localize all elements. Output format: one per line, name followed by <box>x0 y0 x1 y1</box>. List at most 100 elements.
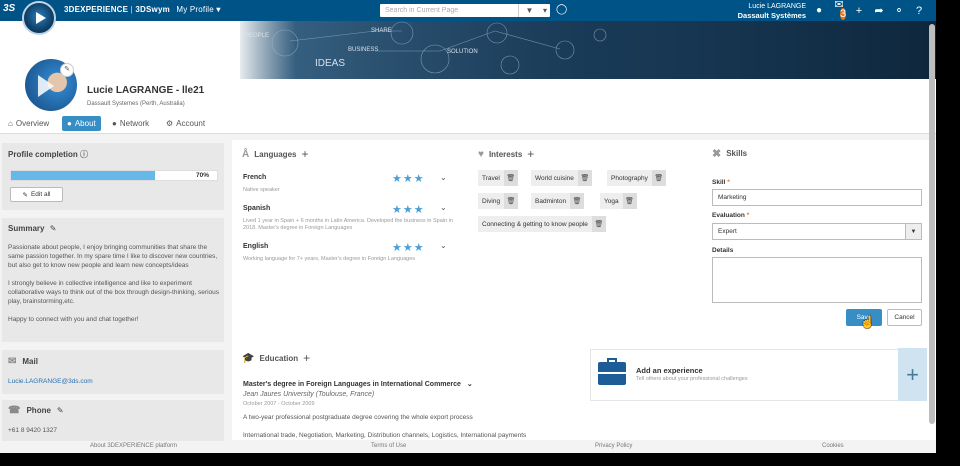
evaluation-select[interactable]: Expert ▼ <box>712 223 922 240</box>
trash-icon[interactable]: 🗑 <box>503 170 518 186</box>
profile-organization: Dassault Systemes (Perth, Australia) <box>87 101 185 107</box>
required-marker: * <box>727 179 730 186</box>
phone-value: +61 8 9420 1327 <box>8 427 57 434</box>
add-education-icon[interactable]: + <box>303 351 310 365</box>
chevron-down-icon[interactable]: ⌄ <box>467 381 473 388</box>
tab-label: Overview <box>15 119 50 128</box>
notifications-icon[interactable]: ✉3 <box>832 0 847 23</box>
footer-cookies-link[interactable]: Cookies <box>822 443 844 449</box>
app-title[interactable]: 3DEXPERIENCE | 3DSwym My Profile ▾ <box>64 5 221 14</box>
school-name: Jean Jaures University (Toulouse, France… <box>243 391 375 398</box>
degree-title-text: Master's degree in Foreign Languages in … <box>243 381 461 388</box>
mail-title-text: Mail <box>22 357 38 366</box>
details-textarea[interactable] <box>712 257 922 303</box>
trash-icon[interactable]: 🗑 <box>570 193 585 209</box>
add-experience-button[interactable]: + <box>898 348 927 401</box>
interest-label: Diving <box>478 193 505 209</box>
completion-percent: 70% <box>195 172 209 179</box>
interest-chip: Yoga 🗑 <box>600 193 637 209</box>
languages-title: Å Languages + <box>242 147 308 161</box>
banner-word-people: PEOPLE <box>245 33 269 39</box>
phone-title: ☎ Phone ✎ <box>8 405 64 416</box>
skill-label: Skill * <box>712 179 730 186</box>
trash-icon[interactable]: 🗑 <box>622 193 637 209</box>
pencil-icon[interactable]: ✎ <box>57 406 64 415</box>
tab-account[interactable]: ⚙ Account <box>161 116 210 131</box>
top-icons: ● ✉3 + ➦ ⚬ ? <box>812 0 926 20</box>
education-title: 🎓 Education + <box>242 351 310 365</box>
network-share-icon[interactable]: ⚬ <box>892 4 906 17</box>
footer-privacy-link[interactable]: Privacy Policy <box>595 443 632 449</box>
search-bar[interactable]: Search in Current Page ▼ ▾ <box>380 4 550 17</box>
mail-title: ✉ Mail <box>8 356 38 367</box>
avatar-icon[interactable]: ● <box>812 5 826 16</box>
footer-terms-link[interactable]: Terms of Use <box>371 443 406 449</box>
skill-input[interactable]: Marketing <box>712 189 922 206</box>
education-topics: International trade, Negotiation, Market… <box>243 432 527 439</box>
interest-label: Travel <box>478 170 504 186</box>
cancel-button[interactable]: Cancel <box>887 309 922 326</box>
help-icon[interactable]: ? <box>912 5 926 17</box>
chevron-down-icon[interactable]: ⌄ <box>440 173 447 182</box>
edit-all-label: Edit all <box>30 191 51 198</box>
interest-chip: World cuisine 🗑 <box>531 170 592 186</box>
trash-icon[interactable]: 🗑 <box>651 170 666 186</box>
tab-overview[interactable]: ⌂ Overview <box>3 116 54 131</box>
brand-separator: | <box>130 5 133 14</box>
add-experience-card[interactable]: Add an experience Tell others about your… <box>590 349 927 401</box>
degree-title: Master's degree in Foreign Languages in … <box>243 380 473 388</box>
required-marker: * <box>746 212 750 219</box>
education-title-text: Education <box>259 353 299 363</box>
dropdown-arrow-icon[interactable]: ▼ <box>905 224 921 239</box>
search-input[interactable]: Search in Current Page <box>380 7 518 14</box>
banner-word-share: SHARE <box>371 28 392 34</box>
mail-link[interactable]: Lucie.LAGRANGE@3ds.com <box>8 378 93 385</box>
footer: About 3DEXPERIENCE platform Terms of Use… <box>0 441 936 453</box>
interests-title-text: Interests <box>488 149 523 159</box>
share-icon[interactable]: ➦ <box>872 4 886 17</box>
tab-network[interactable]: ● Network <box>107 116 154 131</box>
summary-card: Summary ✎ Passionate about people, I enj… <box>2 218 224 342</box>
edit-avatar-icon[interactable]: ✎ <box>60 63 74 77</box>
add-icon[interactable]: + <box>852 5 866 17</box>
page-scrollbar[interactable] <box>929 24 935 424</box>
language-description: Native speaker <box>243 187 280 193</box>
trash-icon[interactable]: 🗑 <box>591 216 606 232</box>
tab-about[interactable]: ● About <box>62 116 101 131</box>
tab-label: About <box>74 119 96 128</box>
phone-card: ☎ Phone ✎ +61 8 9420 1327 <box>2 400 224 441</box>
pencil-icon[interactable]: ✎ <box>50 224 57 233</box>
add-interest-icon[interactable]: + <box>527 147 534 161</box>
tag-filter-icon[interactable]: ▼ <box>518 4 540 17</box>
interest-label: Badminton <box>531 193 571 209</box>
language-description: Working language for 7+ years, Master's … <box>243 256 416 262</box>
interest-chip: Badminton 🗑 <box>531 193 585 209</box>
info-icon[interactable]: ⓘ <box>80 150 88 159</box>
summary-paragraph: Passionate about people, I enjoy bringin… <box>8 244 218 269</box>
user-block[interactable]: Lucie LAGRANGE Dassault Systèmes <box>736 2 806 20</box>
add-language-icon[interactable]: + <box>301 147 308 161</box>
footer-about-link[interactable]: About 3DEXPERIENCE platform <box>90 443 177 449</box>
edit-all-button[interactable]: ✎ Edit all <box>10 187 63 202</box>
skills-title-text: Skills <box>726 149 748 158</box>
interest-label: Photography <box>607 170 652 186</box>
tag-icon[interactable]: ◯ <box>556 4 567 15</box>
summary-title-text: Summary <box>8 224 45 233</box>
chevron-down-icon[interactable]: ⌄ <box>440 203 447 212</box>
interest-label: World cuisine <box>531 170 578 186</box>
search-options-icon[interactable]: ▾ <box>540 4 550 17</box>
mail-icon: ✉ <box>8 356 17 367</box>
experience-title: Add an experience <box>636 366 703 375</box>
notification-badge: 3 <box>839 8 847 20</box>
user-name: Lucie LAGRANGE <box>748 3 806 10</box>
evaluation-label: Evaluation * <box>712 212 749 219</box>
compass-icon[interactable] <box>22 1 56 35</box>
education-dates: October 2007 - October 2009 <box>243 401 315 407</box>
language-rating-stars: ★★★ <box>392 204 425 216</box>
trash-icon[interactable]: 🗑 <box>504 193 519 209</box>
network-icon: ● <box>112 119 117 128</box>
trash-icon[interactable]: 🗑 <box>577 170 592 186</box>
chevron-down-icon[interactable]: ⌄ <box>440 241 447 250</box>
chevron-down-icon: ▾ <box>216 5 221 14</box>
languages-title-text: Languages <box>254 149 297 159</box>
